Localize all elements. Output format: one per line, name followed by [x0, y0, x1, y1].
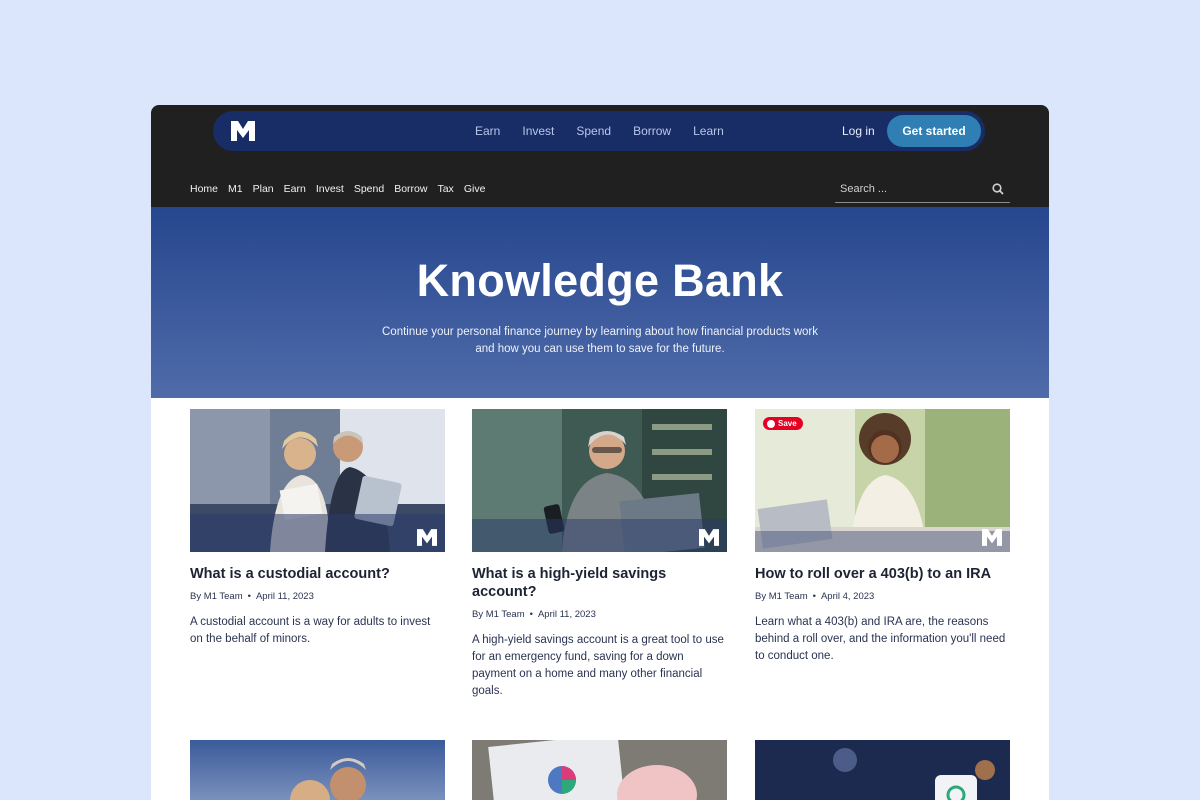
nav-learn[interactable]: Learn	[693, 124, 724, 138]
woman-phone-photo	[472, 409, 727, 552]
article-thumbnail[interactable]	[472, 409, 727, 552]
article-excerpt: Learn what a 403(b) and IRA are, the rea…	[755, 616, 1006, 662]
page-subtitle: Continue your personal finance journey b…	[382, 326, 818, 355]
meta-separator: •	[247, 591, 251, 602]
search-input[interactable]	[840, 180, 980, 198]
nav-invest[interactable]: Invest	[522, 124, 554, 138]
subnav-give[interactable]: Give	[464, 183, 486, 195]
search-box	[835, 175, 1010, 203]
article-thumbnail[interactable]	[472, 733, 727, 800]
article-title[interactable]: What is a custodial account?	[190, 565, 445, 583]
subnav-m1[interactable]: M1	[228, 183, 243, 195]
site-header: Earn Invest Spend Borrow Learn Log in Ge…	[151, 105, 1049, 207]
article-title[interactable]: How to roll over a 403(b) to an IRA	[755, 565, 1010, 583]
subnav-invest[interactable]: Invest	[316, 183, 344, 195]
article-card[interactable]	[755, 740, 1010, 800]
article-thumbnail[interactable]: Save	[755, 409, 1010, 552]
main-nav-bar: Earn Invest Spend Borrow Learn Log in Ge…	[213, 111, 985, 151]
primary-nav: Earn Invest Spend Borrow Learn	[475, 111, 746, 151]
article-card[interactable]: Save How to roll over a 403(b) to an IRA…	[755, 409, 1010, 665]
m1-logo-icon[interactable]	[231, 121, 255, 141]
article-thumbnail[interactable]	[190, 409, 445, 552]
article-card[interactable]	[472, 733, 727, 800]
subnav-tax[interactable]: Tax	[437, 183, 453, 195]
subnav-earn[interactable]: Earn	[284, 183, 306, 195]
meta-separator: •	[812, 591, 816, 602]
subnav-borrow[interactable]: Borrow	[394, 183, 427, 195]
article-card[interactable]	[190, 740, 445, 800]
save-label: Save	[778, 419, 797, 428]
woman-laptop-photo	[755, 409, 1010, 552]
article-author[interactable]: By M1 Team	[190, 591, 243, 602]
hero-banner: Knowledge Bank Continue your personal fi…	[151, 207, 1049, 398]
meta-separator: •	[529, 609, 533, 620]
couple-photo	[190, 409, 445, 552]
login-link[interactable]: Log in	[842, 124, 875, 138]
page-title: Knowledge Bank	[416, 255, 784, 306]
subnav-plan[interactable]: Plan	[253, 183, 274, 195]
article-thumbnail[interactable]	[755, 740, 1010, 800]
article-card[interactable]: What is a high-yield savings account? By…	[472, 409, 727, 700]
subnav-home[interactable]: Home	[190, 183, 218, 195]
article-author[interactable]: By M1 Team	[755, 591, 808, 602]
article-date: April 4, 2023	[820, 591, 875, 602]
subnav-spend[interactable]: Spend	[354, 183, 384, 195]
m1-watermark-icon	[417, 529, 437, 546]
nav-borrow[interactable]: Borrow	[633, 124, 671, 138]
nav-earn[interactable]: Earn	[475, 124, 500, 138]
pinterest-save-button[interactable]: Save	[763, 417, 803, 430]
article-card[interactable]: What is a custodial account? By M1 Team •…	[190, 409, 445, 648]
article-author[interactable]: By M1 Team	[472, 609, 525, 620]
article-excerpt: A high-yield savings account is a great …	[472, 634, 724, 697]
secondary-nav: Home M1 Plan Earn Invest Spend Borrow Ta…	[190, 183, 495, 195]
article-meta: By M1 Team • April 4, 2023	[755, 591, 1010, 602]
m1-watermark-icon	[699, 529, 719, 546]
get-started-button[interactable]: Get started	[887, 115, 981, 147]
article-date: April 11, 2023	[537, 609, 596, 620]
article-meta: By M1 Team • April 11, 2023	[472, 609, 727, 620]
article-meta: By M1 Team • April 11, 2023	[190, 591, 445, 602]
article-excerpt: A custodial account is a way for adults …	[190, 616, 431, 645]
browser-window: Earn Invest Spend Borrow Learn Log in Ge…	[151, 105, 1049, 800]
article-thumbnail[interactable]	[190, 740, 445, 800]
m1-watermark-icon	[982, 529, 1002, 546]
nav-spend[interactable]: Spend	[576, 124, 611, 138]
pinterest-icon	[767, 419, 775, 428]
article-date: April 11, 2023	[255, 591, 314, 602]
search-icon[interactable]	[992, 183, 1004, 195]
article-title[interactable]: What is a high-yield savings account?	[472, 565, 727, 601]
